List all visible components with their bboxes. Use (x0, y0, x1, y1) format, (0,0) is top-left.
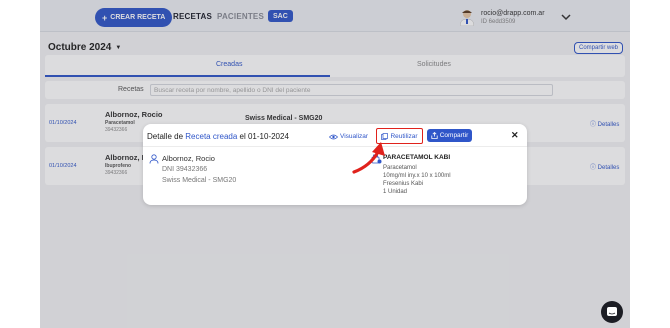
drug-lab: Fresenius Kabi (383, 181, 424, 187)
drug-quantity: 1 Unidad (383, 189, 408, 195)
share-button[interactable]: Compartir (427, 129, 472, 142)
modal-divider (143, 146, 527, 147)
user-icon (149, 154, 159, 164)
modal-title: Detalle de Receta creada el 01-10-2024 (147, 132, 289, 141)
chat-launcher-button[interactable] (601, 301, 623, 323)
prescription-detail-modal: Detalle de Receta creada el 01-10-2024 V… (143, 124, 527, 205)
close-icon[interactable]: ✕ (511, 130, 519, 141)
patient-plan: Swiss Medical - SMG20 (162, 177, 237, 184)
patient-dni: DNI 39432366 (162, 166, 208, 173)
share-icon (431, 132, 438, 139)
patient-name: Albornoz, Rocio (162, 154, 215, 163)
eye-icon (329, 134, 338, 139)
annotation-arrow-icon (352, 142, 385, 174)
chat-icon (607, 307, 617, 316)
